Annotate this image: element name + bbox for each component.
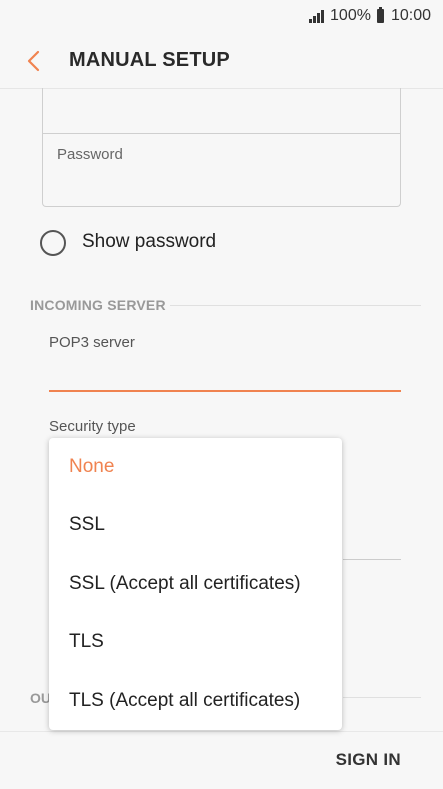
battery-percent: 100% [330,7,371,24]
show-password-checkbox[interactable] [40,230,66,256]
password-field[interactable]: Password [42,133,401,207]
signal-icon [309,9,325,23]
section-divider [170,305,421,306]
security-option-ssl-accept-all[interactable]: SSL (Accept all certificates) [49,555,342,613]
security-option-tls-accept-all[interactable]: TLS (Accept all certificates) [49,672,342,730]
security-type-dropdown: None SSL SSL (Accept all certificates) T… [49,438,342,730]
port-field-underline [343,559,401,560]
back-arrow-icon[interactable] [22,48,48,74]
pop3-server-label: POP3 server [49,334,135,351]
page-title: MANUAL SETUP [69,49,230,71]
bottom-bar: SIGN IN [0,731,443,789]
outgoing-server-header: OU [30,690,51,706]
clock: 10:00 [390,7,431,24]
security-option-tls[interactable]: TLS [49,613,342,671]
show-password-label[interactable]: Show password [82,231,216,253]
password-label: Password [57,146,123,163]
app-bar: MANUAL SETUP [0,34,443,89]
email-field[interactable] [42,88,401,134]
status-bar: 100% 10:00 [0,0,443,34]
security-option-none[interactable]: None [49,438,342,496]
sign-in-button[interactable]: SIGN IN [336,750,401,770]
section-divider [343,697,421,698]
pop3-server-input[interactable] [49,356,401,392]
battery-icon [376,7,384,23]
security-option-ssl[interactable]: SSL [49,496,342,554]
status-indicators: 100% 10:00 [309,7,431,25]
security-type-label: Security type [49,418,136,435]
incoming-server-header: INCOMING SERVER [30,297,166,313]
